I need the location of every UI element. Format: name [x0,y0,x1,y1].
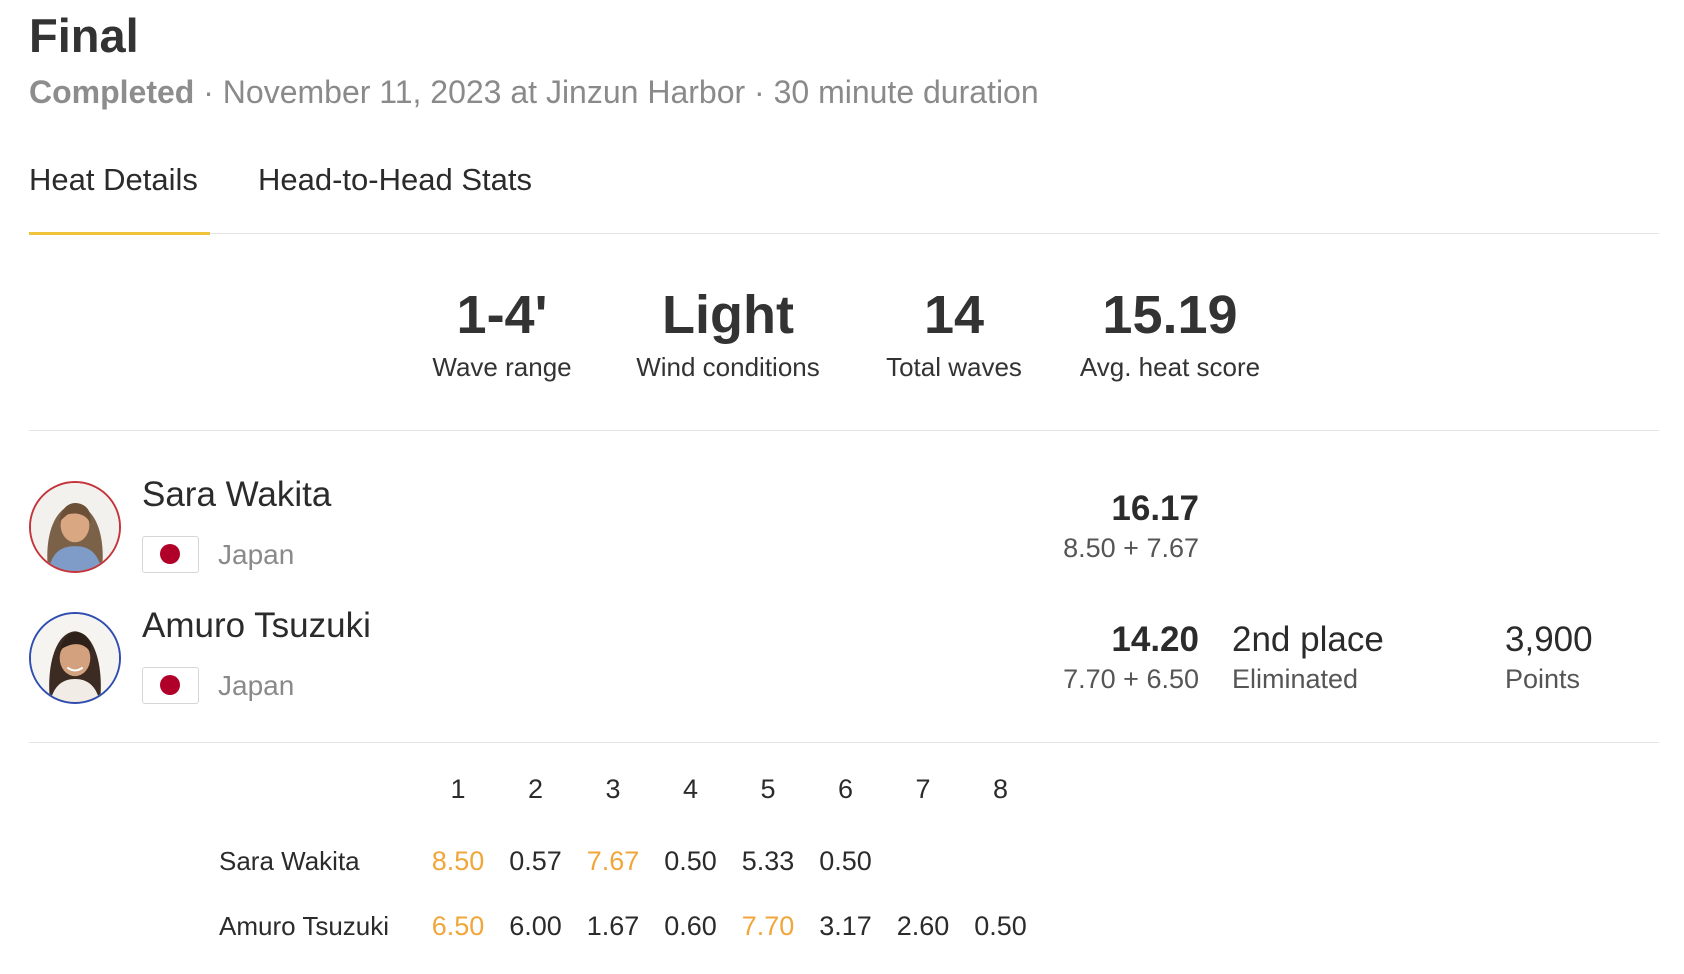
japan-flag-icon [142,667,199,704]
athlete-score: 14.20 7.70 + 6.50 [1009,620,1199,696]
wave-score: 6.50 [431,911,485,941]
active-tab-indicator [29,232,210,235]
heat-subtitle: Completed · November 11, 2023 at Jinzun … [29,72,1039,112]
wave-row-athlete-name: Sara Wakita [219,846,360,876]
avatar[interactable] [29,612,121,704]
wave-score: 7.70 [741,911,795,941]
wave-column-header: 5 [760,774,776,804]
stat-avg-heat-score: 15.19 Avg. heat score [1063,284,1277,384]
wave-column-header: 3 [605,774,621,804]
athlete-score: 16.17 8.50 + 7.67 [1009,489,1199,565]
heat-breakdown: 8.50 + 7.67 [1063,533,1199,563]
stat-value: 15.19 [1102,285,1238,345]
heat-total: 16.17 [1111,489,1199,528]
tab-head-to-head-stats[interactable]: Head-to-Head Stats [258,160,532,200]
wave-column-header: 6 [837,774,854,804]
stat-total-waves: 14 Total waves [874,284,1034,384]
heat-status: Completed [29,74,195,110]
athlete-name[interactable]: Amuro Tsuzuki [142,605,371,647]
wave-column-header: 2 [527,774,544,804]
avatar[interactable] [29,481,121,573]
stat-wave-range: 1-4' Wave range [427,284,577,384]
wave-score: 2.60 [896,911,950,941]
stat-value: 14 [923,285,985,345]
athlete-country: Japan [218,539,295,570]
athlete-photo-icon [31,614,119,702]
heat-details: · November 11, 2023 at Jinzun Harbor · 3… [194,74,1039,110]
athlete-name[interactable]: Sara Wakita [142,474,331,516]
wave-score: 0.60 [664,911,717,941]
wave-score: 1.67 [586,911,640,941]
place-title: 2nd place [1232,620,1384,659]
wave-row-athlete-name: Amuro Tsuzuki [219,911,390,941]
athlete-row-amuro-tsuzuki: Amuro Tsuzuki Japan 14.20 7.70 + 6.50 2n… [29,601,1659,711]
points-label: Points [1505,664,1581,694]
stat-value: Light [662,285,794,345]
heat-results: Sara Wakita Japan 16.17 8.50 + 7.67 Amur… [29,470,1659,743]
wave-scores-table: 1 2 3 4 5 6 7 8 Sara Wakita 8.50 0.57 7.67 0.50 5.33 0… [29,772,1129,972]
wave-score: 5.33 [741,846,795,876]
stat-wind-conditions: Light Wind conditions [623,284,833,384]
wave-score: 6.00 [509,911,562,941]
stat-label: Avg. heat score [1079,352,1261,382]
tab-heat-details[interactable]: Heat Details [29,160,198,200]
athlete-country: Japan [218,670,295,701]
page-title: Final [29,9,139,62]
athlete-photo-icon [31,483,119,571]
heat-breakdown: 7.70 + 6.50 [1063,664,1199,694]
wave-score: 0.50 [819,846,872,876]
heat-stats: 1-4' Wave range Light Wind conditions 14… [29,284,1659,431]
athlete-points: 3,900 Points [1505,620,1593,696]
wave-column-header: 1 [450,774,466,804]
flag-sun [160,675,180,695]
wave-score: 0.50 [664,846,717,876]
wave-column-header: 8 [992,774,1009,804]
place-status: Eliminated [1232,664,1359,694]
heat-page: Final Completed · November 11, 2023 at J… [29,0,1659,974]
wave-score: 0.57 [509,846,562,876]
wave-score: 3.17 [819,911,872,941]
japan-flag-icon [142,536,199,573]
stat-label: Total waves [886,352,1022,382]
wave-score: 8.50 [431,846,485,876]
tab-bar: Heat Details Head-to-Head Stats [29,152,1659,235]
stat-label: Wind conditions [636,352,820,382]
flag-sun [160,544,180,564]
stat-label: Wave range [432,352,572,382]
stat-value: 1-4' [456,285,548,345]
athlete-placing: 2nd place Eliminated [1232,620,1384,696]
points-value: 3,900 [1505,620,1593,659]
wave-column-header: 4 [682,774,699,804]
wave-score: 7.67 [586,846,640,876]
athlete-row-sara-wakita: Sara Wakita Japan 16.17 8.50 + 7.67 [29,470,1659,580]
heat-total: 14.20 [1111,620,1199,659]
wave-score: 0.50 [974,911,1027,941]
wave-column-header: 7 [915,774,931,804]
